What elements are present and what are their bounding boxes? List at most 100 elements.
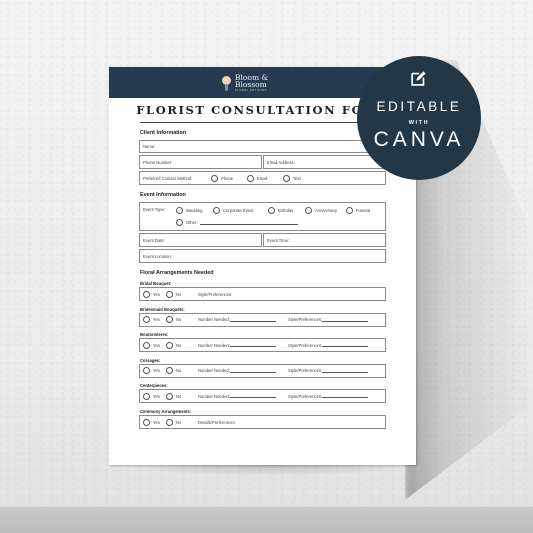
preferences-label: Style/Preferences: — [288, 317, 323, 323]
preferences-label: Style/Preferences: — [198, 291, 233, 297]
radio-circle-icon[interactable] — [166, 367, 173, 375]
radio-circle-icon[interactable] — [166, 316, 173, 324]
number-needed-input-line[interactable] — [229, 369, 276, 373]
number-needed-input-line[interactable] — [229, 343, 276, 348]
flower-logo-icon — [222, 75, 231, 91]
radio-circle-icon[interactable] — [305, 207, 312, 214]
preferred-contact-method-field: Preferred Contact Method: Phone Email Te… — [139, 171, 386, 185]
no-option[interactable]: No — [166, 392, 198, 400]
yes-option[interactable]: Yes — [143, 367, 166, 375]
event-type-anniversary[interactable]: Anniversary — [305, 207, 346, 214]
arrangement-row: Yes No Number Needed: Style/Preferences: — [139, 312, 386, 327]
event-date-label: Event Date: — [143, 237, 165, 243]
arrangement-row: Yes No Number Needed: Style/Preferences: — [139, 389, 386, 404]
no-option[interactable]: No — [166, 341, 198, 349]
arrangement-label: Ceremony Arrangements: — [140, 409, 192, 414]
preferences-input-line[interactable] — [322, 343, 369, 348]
event-type-corporate[interactable]: Corporate Event — [213, 207, 268, 214]
event-type-wedding[interactable]: Wedding — [176, 207, 213, 214]
radio-circle-icon[interactable] — [143, 367, 150, 375]
arrangement-label: Bridesmaid Bouquets: — [140, 306, 185, 312]
preferences-label: Details/Preferences: — [198, 419, 236, 425]
radio-circle-icon[interactable] — [143, 316, 150, 324]
radio-circle-icon[interactable] — [268, 207, 275, 214]
no-option[interactable]: No — [166, 316, 198, 324]
arrangement-row: Yes No Number Needed: Style/Preferences: — [139, 363, 386, 378]
radio-circle-icon[interactable] — [166, 341, 173, 349]
radio-circle-icon[interactable] — [166, 418, 173, 426]
arrangement-label: Boutonnieres: — [140, 332, 169, 338]
brand-tagline: FLORAL ARTISTRY — [235, 88, 268, 92]
event-location-label: Event Location: — [143, 253, 172, 259]
name-field[interactable]: Name: — [139, 140, 386, 153]
contact-option-email[interactable]: Email — [247, 174, 283, 182]
preferences-label: Style/Preferences: — [288, 342, 323, 348]
number-needed-label: Number Needed: — [198, 317, 230, 323]
event-type-birthday[interactable]: Birthday — [268, 207, 305, 214]
contact-option-phone[interactable]: Phone — [211, 174, 247, 182]
arrangement-row: Yes No Style/Preferences: — [139, 287, 386, 301]
preferences-input-line[interactable] — [322, 369, 369, 373]
editable-with-canva-badge: EDITABLE WITH CANVA — [357, 56, 481, 180]
yes-option[interactable]: Yes — [143, 418, 166, 426]
yes-option[interactable]: Yes — [143, 341, 166, 349]
other-event-input-line[interactable] — [199, 221, 298, 225]
radio-circle-icon[interactable] — [211, 174, 218, 182]
radio-circle-icon[interactable] — [283, 174, 290, 182]
arrangement-label: Corsages: — [140, 357, 161, 363]
event-type-label: Event Type: — [143, 207, 166, 212]
preferences-input-line[interactable] — [322, 394, 369, 399]
event-type-funeral[interactable]: Funeral — [346, 207, 370, 214]
radio-circle-icon[interactable] — [176, 207, 183, 214]
radio-circle-icon[interactable] — [166, 290, 173, 298]
number-needed-label: Number Needed: — [198, 368, 230, 374]
email-address-field[interactable]: Email Address: — [263, 155, 386, 169]
number-needed-input-line[interactable] — [229, 394, 276, 399]
title-divider — [140, 122, 386, 123]
arrangement-label: Centerpieces: — [140, 383, 168, 389]
preferences-label: Style/Preferences: — [288, 393, 323, 399]
contact-method-label: Preferred Contact Method: — [143, 175, 193, 181]
radio-circle-icon[interactable] — [143, 290, 150, 298]
badge-line-with: WITH — [408, 120, 430, 126]
radio-circle-icon[interactable] — [143, 392, 150, 400]
arrangement-row: Yes No Number Needed: Style/Preferences: — [139, 338, 386, 353]
preferences-input-line[interactable] — [322, 318, 369, 322]
phone-number-field[interactable]: Phone Number: — [139, 155, 262, 169]
arrangement-row: Yes No Details/Preferences: — [139, 415, 386, 429]
arrangement-label: Bridal Bouquet: — [140, 281, 172, 286]
radio-circle-icon[interactable] — [247, 174, 254, 182]
phone-label: Phone Number: — [143, 159, 173, 165]
brand-logo: Bloom & Blossom FLORAL ARTISTRY — [222, 72, 268, 94]
radio-circle-icon[interactable] — [143, 341, 150, 349]
event-information-heading: Event Information — [140, 192, 186, 198]
event-type-field: Event Type: Wedding Corporate Event Birt… — [139, 202, 386, 231]
yes-option[interactable]: Yes — [143, 290, 166, 298]
number-needed-label: Number Needed: — [198, 342, 230, 348]
event-time-field[interactable]: Event Time: — [263, 233, 386, 247]
no-option[interactable]: No — [166, 290, 198, 298]
badge-line-canva: CANVA — [373, 128, 465, 151]
shelf-ledge — [0, 506, 533, 533]
radio-circle-icon[interactable] — [346, 207, 353, 214]
edit-icon — [411, 71, 426, 86]
email-label: Email Address: — [267, 159, 295, 165]
badge-line-editable: EDITABLE — [376, 99, 462, 114]
radio-circle-icon[interactable] — [143, 418, 150, 426]
radio-circle-icon[interactable] — [176, 219, 183, 226]
radio-circle-icon[interactable] — [166, 392, 173, 400]
yes-option[interactable]: Yes — [143, 392, 166, 400]
contact-option-text[interactable]: Text — [283, 174, 301, 182]
yes-option[interactable]: Yes — [143, 316, 166, 324]
no-option[interactable]: No — [166, 367, 198, 375]
number-needed-label: Number Needed: — [198, 393, 230, 399]
no-option[interactable]: No — [166, 418, 198, 426]
client-information-heading: Client Information — [140, 130, 187, 136]
radio-circle-icon[interactable] — [213, 207, 220, 214]
floral-arrangements-heading: Floral Arrangements Needed — [140, 270, 214, 276]
name-label: Name: — [143, 144, 156, 149]
event-type-other[interactable]: Other: — [176, 219, 198, 226]
number-needed-input-line[interactable] — [229, 318, 276, 322]
event-date-field[interactable]: Event Date: — [139, 233, 262, 247]
event-location-field[interactable]: Event Location: — [139, 249, 386, 263]
